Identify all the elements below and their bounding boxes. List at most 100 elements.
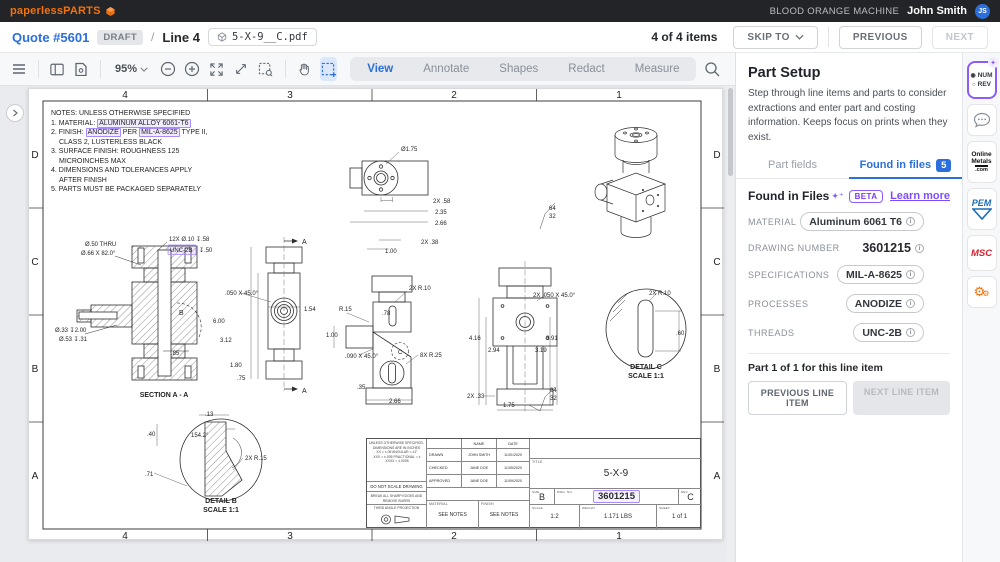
dimension-label: 2.66 [435,221,447,227]
zoom-in-icon[interactable] [184,57,202,81]
extraction-highlight[interactable]: ANODIZE [86,128,121,137]
sparkle-badge-icon: ✦ [988,57,999,68]
comments-card[interactable] [967,104,997,136]
num-rev-toggle-card[interactable]: ✦ ◉NUM ○REV [967,61,997,99]
top-bar: paperlessPARTS BLOOD ORANGE MACHINE John… [0,0,1000,22]
dimension-label: 2.35 [435,210,447,216]
field-row-specifications: SPECIFICATIONS MIL-A-8625 [748,260,950,289]
tab-redact[interactable]: Redact [553,59,619,79]
tab-shapes[interactable]: Shapes [484,59,553,79]
dimension-label: R.15 [339,307,352,313]
file-chip[interactable]: 5-X-9__C.pdf [208,28,317,46]
marquee-zoom-icon[interactable] [257,57,275,81]
dimension-label: C [713,257,720,268]
dimension-label: 2X R.15 [245,456,267,462]
dimension-label: .35 [357,385,366,391]
menu-icon[interactable] [10,57,28,81]
dimension-label: Ø.50 THRU [85,242,116,248]
online-metals-label: Online [971,151,991,158]
learn-more-link[interactable]: Learn more [890,190,950,202]
dimension-label: 1.00 [326,333,338,339]
document-canvas[interactable]: 43214321DCBADCBAØ1.752X .582.352.662X .3… [0,86,735,562]
avatar[interactable]: JS [975,4,990,19]
drawing-number-value: 3601215 [862,241,911,255]
next-line-item-button[interactable]: NEXT LINE ITEM [853,381,950,415]
extraction-highlight[interactable]: ALUMINUM ALLOY 6061-T6 [97,119,190,128]
company-name: BLOOD ORANGE MACHINE [770,6,900,17]
dimension-label: 2 [451,531,457,541]
dimension-label: 12X Ø.10 ↧.58 [169,236,210,243]
settings-card[interactable]: ⚙⚙ [967,276,997,308]
previous-button[interactable]: PREVIOUS [839,26,922,49]
tb-cell: JANE DOE [462,475,497,488]
dimension-label: SCALE 1:1 [628,373,664,380]
previous-line-item-button[interactable]: PREVIOUS LINE ITEM [748,381,847,415]
processes-chip[interactable]: ANODIZE [846,294,924,313]
pan-hand-icon[interactable] [295,57,313,81]
panel-title: Part Setup [748,65,950,81]
zoom-out-icon[interactable] [159,57,177,81]
skip-to-button[interactable]: SKIP TO [733,26,817,49]
tb-cell: NAME [462,439,497,449]
chat-bubble-icon [973,112,991,128]
dimension-label: 1.75 [503,403,515,409]
online-metals-card[interactable]: Online Metals .com [967,141,997,183]
specifications-chip[interactable]: MIL-A-8625 [837,265,924,284]
field-row-processes: PROCESSES ANODIZE [748,289,950,318]
msc-card[interactable]: MSC [967,235,997,271]
info-icon[interactable] [906,217,915,226]
info-icon[interactable] [906,328,915,337]
document-info-icon[interactable] [73,57,91,81]
dimension-label: SECTION A - A [140,392,189,399]
dimension-label: 64 [549,206,556,212]
zoom-level-control[interactable]: 95% [111,63,152,75]
marquee-select-icon[interactable] [320,57,338,81]
info-icon[interactable] [906,270,915,279]
online-metals-label: Metals [971,158,991,165]
expand-panel-chevron[interactable] [6,104,24,122]
tab-annotate[interactable]: Annotate [408,59,484,79]
scale-cell: SCALE 1:2 [530,505,580,529]
dimension-label: DETAIL B [205,498,237,505]
field-label: DRAWING NUMBER [748,243,840,253]
dimension-label: B [714,364,721,375]
rev-option[interactable]: ○REV [972,81,991,88]
scrollbar-thumb[interactable] [728,88,733,176]
search-icon[interactable] [704,57,722,81]
dimension-label: .090 X 45.0° [345,354,379,360]
radio-selected-icon: ◉ [970,72,975,79]
next-button[interactable]: NEXT [932,26,988,49]
diagonal-resize-icon[interactable] [233,57,251,81]
dimension-label: 8X R.25 [420,353,442,359]
online-metals-com-label: .com [975,165,988,174]
info-icon[interactable] [915,244,924,253]
tb-cell [427,488,530,501]
quote-link[interactable]: Quote #5601 [12,30,89,45]
vertical-scrollbar[interactable] [727,86,734,562]
tab-found-in-files[interactable]: Found in files5 [849,153,962,178]
info-icon[interactable] [906,299,915,308]
tolerance-cell: UNLESS OTHERWISE SPECIFIED, DIMENSIONS A… [367,439,427,482]
dimension-label: B [179,310,184,317]
dimension-label: Ø.33 ↧2.00 [55,327,87,334]
tb-cell: DATE [497,439,530,449]
tb-cell: 11/05/2020 [497,462,530,475]
dimension-label: 1 [616,90,622,101]
threads-chip[interactable]: UNC-2B [853,323,924,342]
num-option[interactable]: ◉NUM [970,72,992,79]
dimension-label: DETAIL C [630,364,662,371]
tab-part-fields[interactable]: Part fields [736,153,849,178]
panel-description: Step through line items and parts to con… [748,87,950,145]
brand-logo[interactable]: paperlessPARTS [10,5,116,17]
dimension-label: .60 [676,331,685,337]
tab-measure[interactable]: Measure [620,59,695,79]
pem-card[interactable]: PEM [967,188,997,230]
extraction-highlight-dwg-no[interactable]: 3601215 [593,490,640,503]
dimension-label: .13 [205,412,214,418]
tab-view[interactable]: View [352,59,408,79]
thumbnails-panel-icon[interactable] [48,57,66,81]
extraction-highlight[interactable]: MIL-A-8625 [139,128,180,137]
material-chip[interactable]: Aluminum 6061 T6 [800,212,924,231]
fit-to-screen-icon[interactable] [208,57,226,81]
pem-chevron-icon [972,208,992,220]
